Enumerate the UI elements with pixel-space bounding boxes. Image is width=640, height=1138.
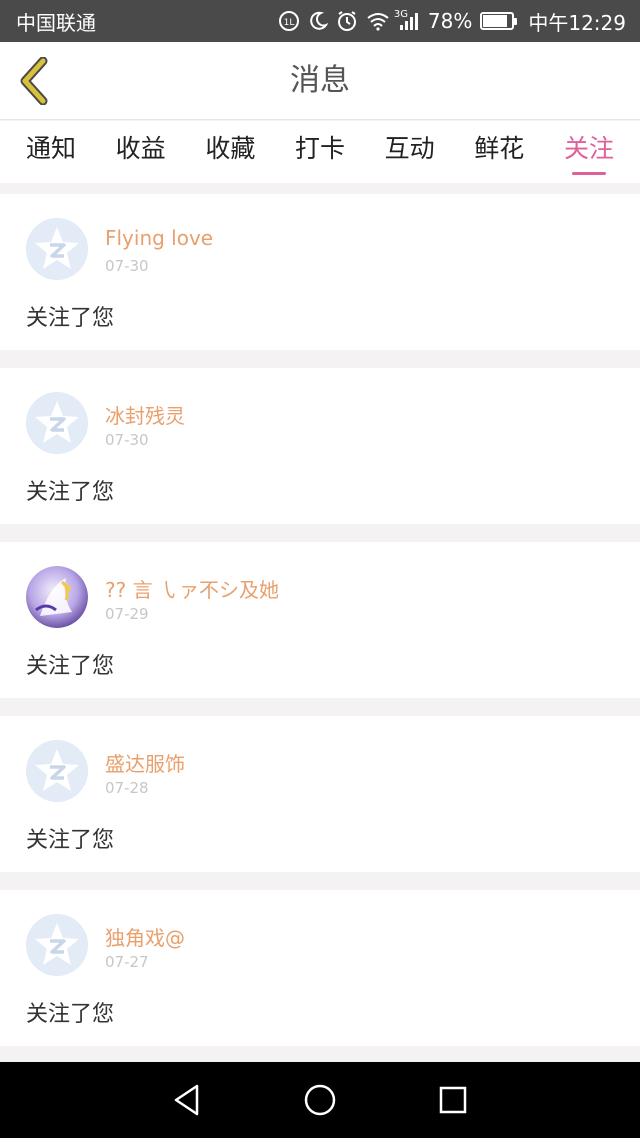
system-back-button[interactable] (157, 1070, 217, 1130)
follow-message: 关注了您 (26, 306, 115, 331)
follow-date: 07-27 (105, 953, 149, 971)
photo-avatar-icon (26, 566, 88, 628)
home-circle-icon (304, 1084, 336, 1116)
system-navigation-bar (0, 1062, 640, 1138)
default-star-avatar-icon (26, 914, 88, 976)
username[interactable]: 独角戏@ (105, 922, 185, 951)
follow-message: 关注了您 (26, 828, 115, 853)
svg-text:1L: 1L (284, 18, 295, 28)
message-tabs: 通知 收益 收藏 打卡 互动 鲜花 关注 (0, 121, 640, 183)
chevron-left-icon (20, 57, 48, 105)
username[interactable]: 盛达服饰 (105, 748, 185, 777)
tab-notifications[interactable]: 通知 (26, 121, 76, 183)
follow-message: 关注了您 (26, 1002, 115, 1027)
avatar[interactable] (26, 740, 88, 802)
moon-icon (308, 11, 328, 31)
follow-message: 关注了您 (26, 480, 115, 505)
navigation-bar: 消息 (0, 42, 640, 120)
system-recents-button[interactable] (423, 1070, 483, 1130)
alarm-icon (336, 10, 358, 32)
list-item[interactable]: Flying love 07-30 关注了您 (0, 194, 640, 350)
default-star-avatar-icon (26, 218, 88, 280)
carrier-label: 中国联通 (16, 10, 96, 35)
clock: 中午12:29 (528, 10, 626, 35)
tab-checkin[interactable]: 打卡 (295, 121, 345, 183)
list-item[interactable]: 冰封残灵 07-30 关注了您 (0, 368, 640, 524)
battery-icon (480, 12, 518, 30)
username[interactable]: Flying love (105, 226, 213, 250)
default-star-avatar-icon (26, 392, 88, 454)
follow-date: 07-30 (105, 257, 149, 275)
tab-follows[interactable]: 关注 (564, 121, 614, 183)
tab-interactions[interactable]: 互动 (385, 121, 435, 183)
list-item[interactable]: ?? 言 ㇂ァ不シ及她 07-29 关注了您 (0, 542, 640, 698)
battery-percent: 78% (427, 9, 473, 33)
follow-date: 07-30 (105, 431, 149, 449)
username[interactable]: ?? 言 ㇂ァ不シ及她 (105, 574, 279, 603)
follow-date: 07-29 (105, 605, 149, 623)
avatar[interactable] (26, 566, 88, 628)
recents-square-icon (440, 1086, 467, 1114)
system-home-button[interactable] (290, 1070, 350, 1130)
tab-earnings[interactable]: 收益 (116, 121, 166, 183)
list-item[interactable]: 独角戏@ 07-27 关注了您 (0, 890, 640, 1046)
list-item[interactable]: 盛达服饰 07-28 关注了您 (0, 716, 640, 872)
status-bar: 中国联通 1L 3G 78% 中午12:29 (0, 0, 640, 42)
follow-message: 关注了您 (26, 654, 115, 679)
network-type-label: 3G (393, 9, 409, 20)
avatar[interactable] (26, 392, 88, 454)
tab-favorites[interactable]: 收藏 (205, 121, 255, 183)
data-saver-icon: 1L (278, 10, 300, 32)
follow-date: 07-28 (105, 779, 149, 797)
page-title: 消息 (290, 63, 350, 98)
avatar[interactable] (26, 914, 88, 976)
default-star-avatar-icon (26, 740, 88, 802)
tab-flowers[interactable]: 鲜花 (474, 121, 524, 183)
status-icons: 1L 3G 78% 中午12:29 (278, 7, 626, 36)
username[interactable]: 冰封残灵 (105, 400, 185, 429)
follow-feed: Flying love 07-30 关注了您 冰封残灵 07-30 关注了您 ?… (0, 194, 640, 1064)
back-button[interactable] (14, 56, 54, 106)
wifi-icon (366, 11, 390, 31)
avatar[interactable] (26, 218, 88, 280)
back-triangle-icon (174, 1084, 198, 1116)
signal-icon: 3G (394, 9, 420, 31)
